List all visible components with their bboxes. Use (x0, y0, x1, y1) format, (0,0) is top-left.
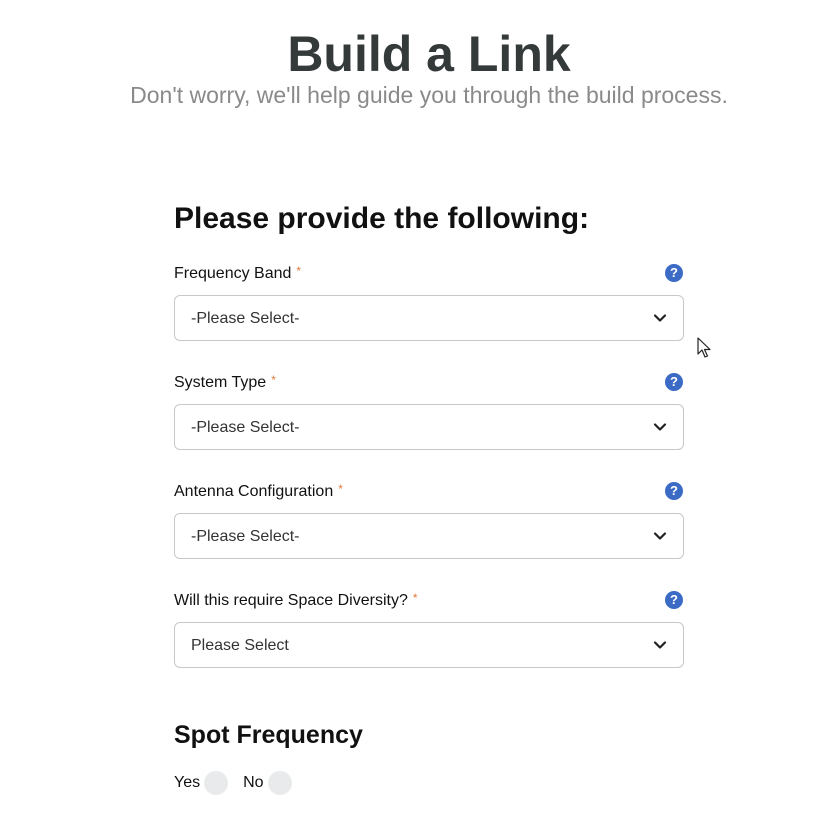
required-marker: * (271, 373, 276, 387)
radio-label-yes: Yes (174, 774, 201, 791)
antenna-configuration-label: Antenna Configuration (174, 483, 334, 500)
space-diversity-value: Please Select (191, 637, 289, 654)
space-diversity-field: Will this require Space Diversity? * ? Pl… (174, 591, 684, 668)
help-icon[interactable]: ? (665, 264, 683, 282)
link-form: Please provide the following: (174, 200, 684, 238)
page-title: Build a Link (287, 26, 571, 82)
required-marker: * (412, 591, 418, 605)
radio-label-no: No (243, 774, 264, 791)
chevron-down-icon (653, 532, 667, 540)
required-marker: * (338, 482, 343, 496)
chevron-down-icon (653, 314, 667, 322)
antenna-configuration-select[interactable]: -Please Select- (174, 513, 684, 559)
chevron-down-icon (653, 641, 667, 649)
frequency-band-field: Frequency Band * ? -Please Select- (174, 264, 684, 341)
help-icon[interactable]: ? (665, 373, 683, 391)
frequency-band-label: Frequency Band (174, 265, 292, 282)
system-type-field: System Type * ? -Please Select- (174, 373, 684, 450)
form-heading: Please provide the following: (174, 202, 590, 235)
system-type-label: System Type (174, 374, 267, 391)
help-icon[interactable]: ? (665, 482, 683, 500)
page-header: Build a Link Don't worry, we'll help gui… (0, 26, 835, 110)
frequency-band-select[interactable]: -Please Select- (174, 295, 684, 341)
antenna-configuration-field: Antenna Configuration * ? -Please Select- (174, 482, 684, 559)
antenna-configuration-value: -Please Select- (191, 528, 300, 545)
chevron-down-icon (653, 423, 667, 431)
spot-frequency-radio-group: Yes No (174, 771, 307, 795)
space-diversity-label: Will this require Space Diversity? (174, 592, 408, 609)
system-type-select[interactable]: -Please Select- (174, 404, 684, 450)
frequency-band-value: -Please Select- (191, 310, 300, 327)
system-type-value: -Please Select- (191, 419, 300, 436)
required-marker: * (296, 264, 302, 278)
space-diversity-select[interactable]: Please Select (174, 622, 684, 668)
mouse-cursor-icon (697, 337, 711, 358)
page-subtitle: Don't worry, we'll help guide you throug… (130, 82, 728, 108)
radio-yes[interactable] (204, 771, 229, 795)
radio-no[interactable] (267, 771, 292, 795)
spot-frequency-heading: Spot Frequency (174, 721, 363, 749)
help-icon[interactable]: ? (665, 591, 683, 609)
spot-frequency-section: Spot Frequency (174, 718, 363, 752)
